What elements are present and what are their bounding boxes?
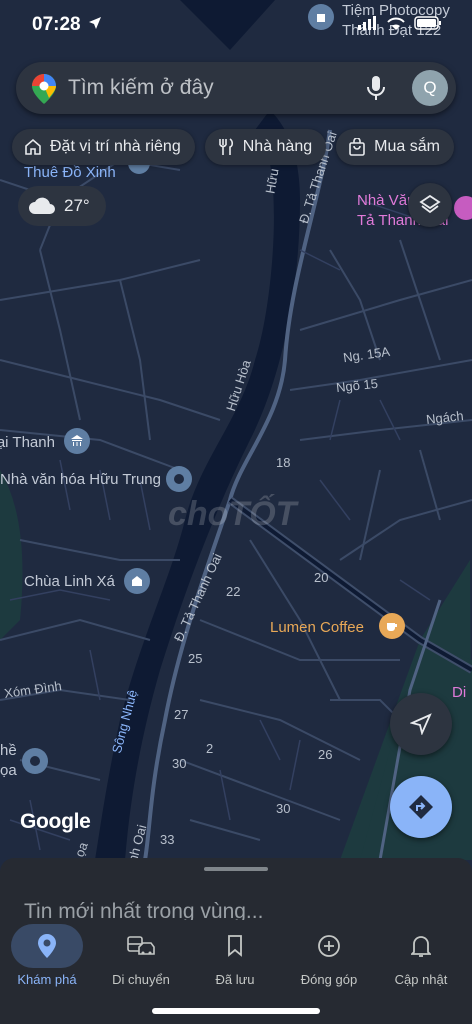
sheet-handle[interactable]: [204, 867, 268, 871]
bell-icon: [411, 936, 431, 957]
house-number: 2: [206, 741, 214, 756]
temple-pin-icon[interactable]: [124, 568, 150, 594]
directions-icon: [409, 795, 433, 819]
poi-label-thue-do[interactable]: Thuê Đồ Xinh: [24, 164, 116, 181]
tab-label: Khám phá: [17, 972, 77, 987]
chip-home[interactable]: Đặt vị trí nhà riêng: [12, 129, 195, 165]
tab-label: Cập nhật: [394, 972, 448, 987]
search-placeholder[interactable]: Tìm kiếm ở đây: [68, 76, 214, 100]
microphone-icon[interactable]: [366, 75, 386, 101]
poi-label-huu-trung[interactable]: Nhà văn hóa Hữu Trung: [0, 471, 161, 488]
chip-label: Nhà hàng: [242, 138, 313, 155]
google-maps-pin-icon: [32, 74, 56, 104]
home-icon: [25, 138, 41, 155]
google-logo: Google: [20, 810, 91, 833]
shopping-bag-icon: [349, 138, 365, 156]
commute-icon: [127, 936, 155, 955]
weather-badge[interactable]: 27°: [18, 186, 106, 226]
house-number: 22: [226, 584, 241, 599]
house-number: 30: [172, 756, 187, 771]
my-location-button[interactable]: [390, 693, 452, 755]
house-number: 27: [174, 707, 189, 722]
signal-icon: [358, 16, 376, 30]
chip-label: Mua sắm: [374, 138, 440, 155]
layers-button[interactable]: [408, 183, 452, 227]
chip-restaurant[interactable]: Nhà hàng: [204, 129, 327, 165]
poi-label-dai-thanh[interactable]: Đại Thanh: [0, 434, 55, 451]
tab-explore[interactable]: Khám phá: [0, 920, 94, 987]
category-chips: Đặt vị trí nhà riêng Nhà hàng Mua sắm: [12, 129, 454, 165]
tab-label: Di chuyển: [112, 972, 170, 987]
explore-pin-icon: [38, 934, 56, 958]
tab-commute[interactable]: Di chuyển: [94, 920, 188, 987]
tab-label: Đã lưu: [215, 972, 255, 987]
layers-icon: [419, 194, 441, 214]
house-number: 26: [318, 747, 333, 762]
tab-contribute[interactable]: Đóng góp: [282, 920, 376, 987]
house-number: 20: [314, 570, 329, 585]
community-pin-icon[interactable]: [454, 196, 472, 220]
tab-label: Đóng góp: [300, 972, 358, 987]
home-indicator[interactable]: [152, 1008, 320, 1014]
add-circle-icon: [318, 935, 340, 957]
location-arrow-icon: [89, 17, 101, 29]
location-pin-icon[interactable]: [166, 466, 192, 492]
poi-label-nha-van[interactable]: Nhà Văn: [357, 192, 415, 209]
search-bar[interactable]: Tìm kiếm ở đây Q: [16, 62, 456, 114]
bookmark-icon: [228, 935, 242, 957]
coffee-pin-icon[interactable]: [379, 613, 405, 639]
status-time: 07:28: [32, 14, 81, 35]
poi-label-lumen-coffee[interactable]: Lumen Coffee: [270, 619, 364, 636]
navigation-arrow-icon: [410, 713, 432, 735]
restaurant-icon: [218, 138, 233, 155]
house-number: 30: [276, 801, 291, 816]
poi-label-left-edge-1[interactable]: hề: [0, 742, 17, 759]
status-icons: [358, 16, 442, 30]
cloud-icon: [29, 197, 55, 214]
tab-updates[interactable]: Cập nhật: [374, 920, 468, 987]
house-number: 33: [160, 832, 175, 847]
poi-label-chua-linh-xa[interactable]: Chùa Linh Xá: [24, 573, 115, 590]
battery-icon: [414, 16, 441, 30]
avatar[interactable]: Q: [412, 70, 448, 106]
directions-button[interactable]: [390, 776, 452, 838]
tab-saved[interactable]: Đã lưu: [188, 920, 282, 987]
poi-label-di[interactable]: Di: [452, 684, 466, 701]
house-number: 25: [188, 651, 203, 666]
status-bar: 07:28: [0, 0, 472, 50]
wifi-icon: [387, 17, 405, 30]
watermark: choTỐT: [168, 495, 297, 533]
location-pin-icon[interactable]: [22, 748, 48, 774]
museum-pin-icon[interactable]: [64, 428, 90, 454]
poi-label-left-edge-2[interactable]: ọa: [0, 762, 17, 779]
house-number: 18: [276, 455, 291, 470]
chip-label: Đặt vị trí nhà riêng: [50, 138, 181, 155]
chip-shopping[interactable]: Mua sắm: [336, 129, 454, 165]
temperature: 27°: [64, 196, 90, 215]
